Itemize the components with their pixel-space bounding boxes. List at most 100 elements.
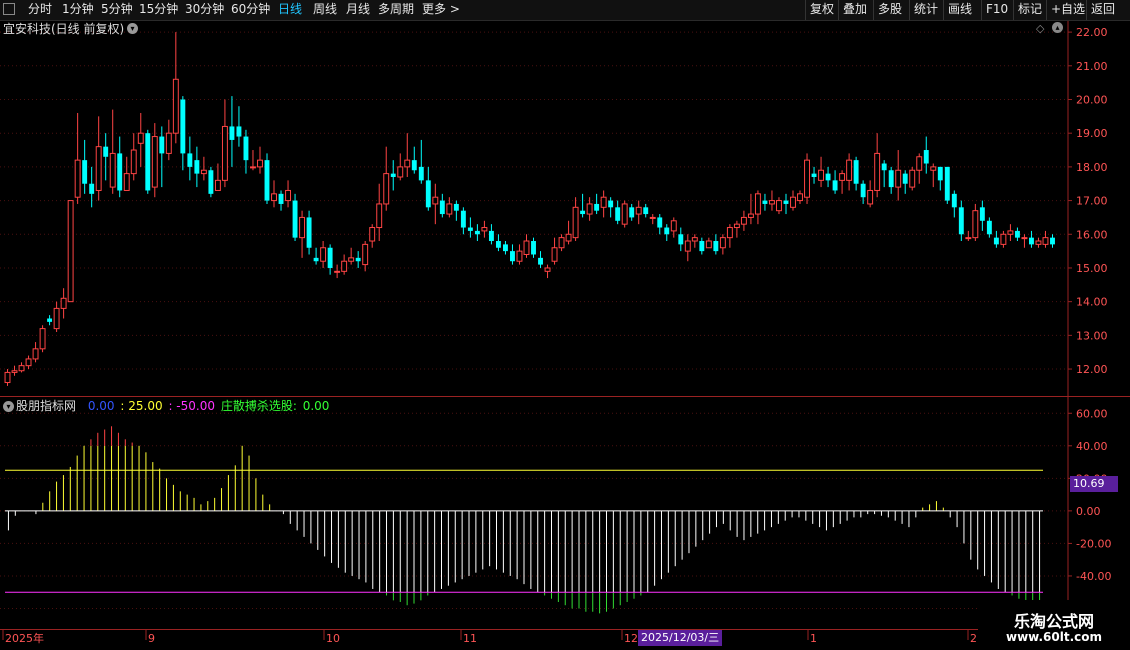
candle-body-up	[172, 78, 179, 134]
candle-body-down	[923, 150, 929, 164]
candle-body-down	[1014, 230, 1020, 238]
candle-body-down	[425, 180, 431, 208]
x-axis-label: 10	[326, 632, 340, 645]
candle-body-up	[586, 203, 593, 215]
candle-body-up	[1000, 233, 1007, 245]
watermark-url: www.60lt.com	[1005, 630, 1103, 644]
candle-body-up	[797, 193, 803, 202]
indicator-name[interactable]: 股朋指标网	[16, 399, 76, 413]
candle-body-up	[18, 365, 25, 372]
candle-body-up	[754, 193, 761, 215]
diamond-icon[interactable]: ◇	[1036, 22, 1044, 35]
main-y-tick-label: 17.00	[1076, 195, 1108, 208]
main-y-tick-label: 21.00	[1076, 60, 1108, 73]
candle-body-down	[418, 166, 424, 181]
x-axis-label: 11	[463, 632, 477, 645]
main-y-tick-label: 13.00	[1076, 329, 1108, 342]
candle-body-down	[180, 99, 186, 154]
candle-body-up	[383, 173, 390, 205]
candle-body-up	[257, 159, 263, 168]
title-dropdown-icon[interactable]: ▾	[127, 23, 138, 34]
candle-body-down	[832, 180, 838, 191]
candle-body-down	[313, 257, 319, 262]
candle-body-down	[902, 173, 908, 184]
candle-body-up	[25, 358, 32, 367]
candle-body-down	[538, 257, 543, 265]
main-y-tick-label: 16.00	[1076, 228, 1108, 241]
candle-body-down	[615, 207, 621, 221]
candle-body-up	[776, 200, 782, 212]
indicator-y-tick-label: 40.00	[1076, 440, 1108, 453]
collapse-icon[interactable]: ▴	[1052, 22, 1063, 33]
candle-body-up	[32, 348, 39, 360]
candle-body-down	[411, 160, 417, 171]
candle-body-down	[264, 160, 270, 201]
candle-body-up	[916, 156, 923, 171]
candle-body-up	[719, 237, 726, 249]
indicator-value-4-label: 庄散搏杀选股:	[220, 399, 297, 413]
candle-body-up	[320, 247, 327, 262]
candle-body-up	[523, 240, 530, 255]
candle-body-down	[103, 146, 109, 157]
candle-body-up	[726, 227, 733, 239]
indicator-y-tick-label: -40.00	[1076, 570, 1111, 583]
candle-body-down	[713, 241, 719, 252]
candle-body-up	[874, 152, 881, 191]
candle-body-up	[369, 227, 376, 242]
candle-body-down	[678, 234, 684, 245]
indicator-y-tick-label: 60.00	[1076, 407, 1108, 420]
candle-body-up	[790, 196, 796, 208]
candle-body-up	[621, 203, 628, 225]
candle-body-up	[558, 237, 565, 249]
indicator-y-tick-label: -20.00	[1076, 537, 1111, 550]
candle-body-up	[733, 223, 740, 229]
candle-body-down	[762, 200, 768, 204]
candle-body-down	[1028, 237, 1034, 245]
candle-body-up	[846, 159, 853, 181]
candle-body-down	[860, 183, 866, 198]
candle-body-up	[1021, 237, 1028, 240]
candle-body-up	[691, 237, 698, 242]
candle-body-down	[643, 207, 649, 215]
candle-body-up	[362, 243, 369, 266]
candle-body-up	[747, 213, 754, 218]
indicator-value-1: 0.00	[87, 399, 115, 413]
watermark: 乐淘公式网 www.60lt.com	[978, 600, 1130, 650]
indicator-value-4: 0.00	[302, 399, 330, 413]
candle-body-up	[516, 250, 523, 262]
candle-body-up	[1035, 240, 1042, 245]
main-y-tick-label: 14.00	[1076, 296, 1108, 309]
candle-body-up	[67, 200, 74, 303]
candle-body-up	[285, 189, 291, 202]
candle-body-up	[74, 159, 81, 198]
main-y-tick-label: 22.00	[1076, 26, 1108, 39]
x-axis-label: 2	[970, 632, 977, 645]
candle-body-up	[4, 371, 11, 384]
candle-body-up	[271, 193, 277, 202]
candle-body-down	[145, 133, 151, 191]
candle-body-up	[705, 240, 712, 249]
candle-body-down	[958, 207, 964, 235]
candle-body-up	[109, 152, 116, 188]
candle-body-up	[551, 247, 558, 262]
candle-body-up	[341, 260, 348, 272]
candle-body-down	[474, 230, 480, 235]
candle-body-up	[95, 146, 102, 191]
candle-body-down	[664, 227, 670, 235]
candle-body-up	[740, 216, 747, 225]
candle-body-down	[993, 237, 999, 245]
candle-body-down	[853, 160, 859, 184]
candle-body-up	[151, 136, 158, 188]
candle-body-up	[839, 173, 846, 181]
indicator-dropdown-icon[interactable]: ▾	[3, 401, 14, 412]
candle-body-down	[278, 193, 284, 204]
candle-body-down	[594, 203, 600, 211]
candle-body-down	[811, 173, 817, 177]
candle-body-up	[446, 203, 453, 215]
candle-body-down	[47, 318, 53, 322]
candle-body-down	[699, 241, 705, 252]
candle-body-down	[467, 227, 473, 231]
candle-body-down	[608, 200, 614, 208]
candle-body-up	[137, 132, 144, 144]
indicator-header: ▾ 股朋指标网 0.00 : 25.00 : -50.00 庄散搏杀选股: 0.0…	[3, 398, 331, 414]
